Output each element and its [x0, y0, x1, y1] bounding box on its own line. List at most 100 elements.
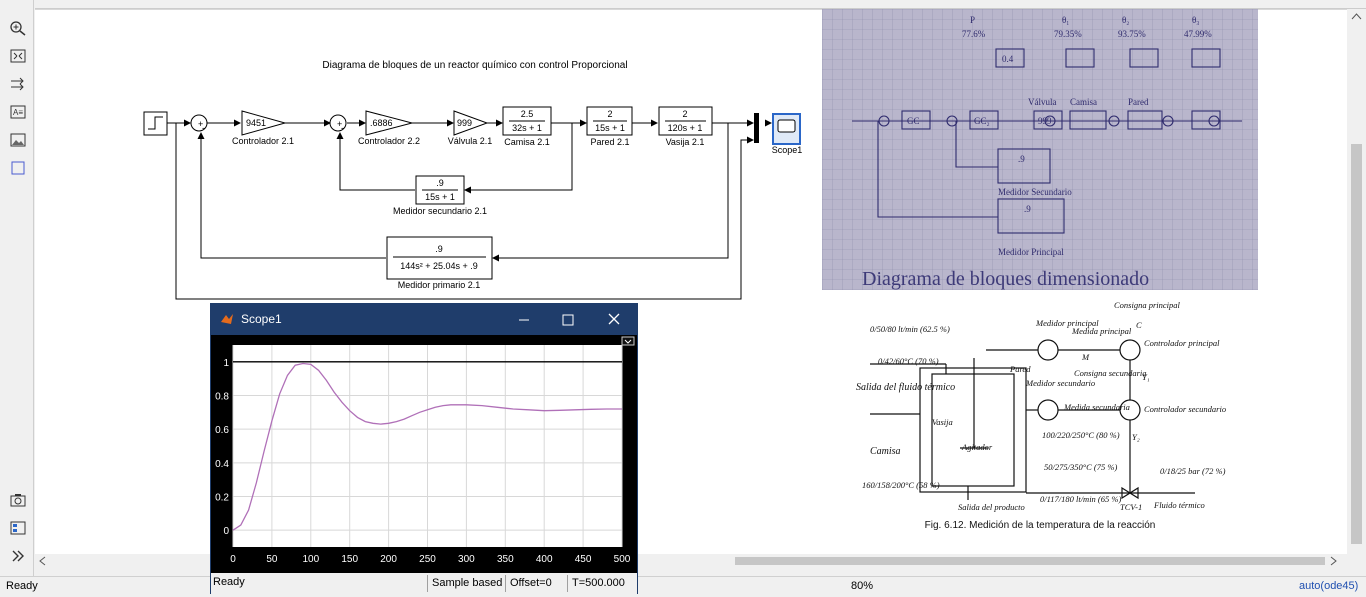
svg-text:Salida del fluido térmico: Salida del fluido térmico	[856, 382, 955, 393]
step-block[interactable]	[143, 111, 168, 136]
svg-text:.6886: .6886	[370, 118, 393, 128]
scope-status-bar: Ready Sample based Offset=0 T=500.000	[211, 573, 637, 594]
svg-text:Vasija 2.1: Vasija 2.1	[666, 137, 705, 147]
svg-text:Medidor primario 2.1: Medidor primario 2.1	[398, 280, 481, 290]
sum-block-2[interactable]: +-	[329, 114, 347, 133]
svg-text:77.6%: 77.6%	[962, 29, 986, 39]
x-tick-label: 250	[419, 554, 436, 565]
medidor-secundario-tf[interactable]: .9 15s + 1 Medidor secundario 2.1	[393, 175, 487, 216]
svg-text:Salida del producto: Salida del producto	[958, 502, 1025, 512]
x-tick-label: 450	[575, 554, 592, 565]
mux-block[interactable]	[754, 113, 759, 143]
svg-text:Y₂: Y₂	[1132, 432, 1140, 442]
signal-arrows-icon[interactable]	[9, 76, 27, 92]
controller-2-2-gain[interactable]: .6886 Controlador 2.2	[358, 110, 420, 146]
y-tick-label: 1	[223, 358, 229, 369]
svg-text:Y₁: Y₁	[1142, 372, 1150, 382]
svg-text:0.4: 0.4	[1002, 54, 1014, 64]
y-tick-label: 0.6	[215, 425, 229, 436]
y-tick-label: 0.4	[215, 459, 229, 470]
svg-text:144s² + 25.04s + .9: 144s² + 25.04s + .9	[400, 261, 478, 271]
svg-text:GC₂: GC₂	[974, 116, 990, 126]
photo-caption: Diagrama de bloques dimensionado	[862, 268, 1149, 290]
svg-text:100/220/250°C (80 %): 100/220/250°C (80 %)	[1042, 430, 1120, 440]
svg-text:47.99%: 47.99%	[1184, 29, 1212, 39]
svg-text:999: 999	[1038, 116, 1052, 126]
controller-2-1-gain[interactable]: 9451 Controlador 2.1	[232, 110, 294, 146]
y-tick-label: 0.2	[215, 493, 229, 504]
svg-text:θ₂: θ₂	[1122, 15, 1129, 25]
medidor-primario-tf[interactable]: .9 144s² + 25.04s + .9 Medidor primario …	[386, 236, 493, 290]
vertical-scrollbar[interactable]	[1347, 9, 1366, 554]
svg-text:Camisa: Camisa	[1070, 97, 1097, 107]
x-tick-label: 150	[341, 554, 358, 565]
svg-text:Pared 2.1: Pared 2.1	[590, 137, 629, 147]
x-tick-label: 50	[266, 554, 278, 565]
scope-menu-arrow-icon[interactable]	[621, 336, 635, 346]
svg-text:.9: .9	[1024, 204, 1031, 214]
svg-text:Controlador 2.2: Controlador 2.2	[358, 136, 420, 146]
camisa-2-1-tf[interactable]: 2.5 32s + 1 Camisa 2.1	[502, 106, 552, 147]
svg-text:C: C	[1136, 320, 1142, 330]
x-tick-label: 400	[536, 554, 553, 565]
scope1-block[interactable]: Scope1	[772, 113, 803, 155]
model-browser-icon[interactable]	[9, 520, 27, 536]
image-icon[interactable]	[9, 132, 27, 148]
svg-text:0/18/25 bar (72 %): 0/18/25 bar (72 %)	[1160, 466, 1226, 476]
svg-text:Pared: Pared	[1009, 364, 1031, 374]
svg-text:Medida principal: Medida principal	[1071, 326, 1132, 336]
scope-sample-mode: Sample based	[427, 575, 506, 592]
solver-link[interactable]: auto(ode45)	[1299, 580, 1358, 592]
minimize-icon[interactable]	[517, 313, 531, 327]
svg-text:θ₁: θ₁	[1062, 15, 1069, 25]
scope-chart: 0 50 100 150 200 250 300 350 400 450 500 0 0.2 0.4 0.6…	[215, 345, 631, 565]
svg-text:Agitador: Agitador	[961, 442, 993, 452]
svg-text:Controlador principal: Controlador principal	[1144, 338, 1220, 348]
scope-title: Scope1	[241, 312, 282, 326]
scope-window[interactable]: Scope1 0 50 100 150 200 250 300 350 400 450 500 0 0.…	[210, 303, 638, 594]
scope-time: T=500.000	[567, 575, 629, 592]
top-strip	[35, 0, 1366, 9]
expand-icon[interactable]	[9, 548, 27, 564]
svg-text:0/117/180 lt/min (65 %): 0/117/180 lt/min (65 %)	[1040, 494, 1121, 504]
scope-titlebar[interactable]: Scope1	[211, 304, 637, 335]
zoom-level: 80%	[851, 580, 874, 592]
svg-text:GC: GC	[907, 116, 920, 126]
svg-text:Controlador 2.1: Controlador 2.1	[232, 136, 294, 146]
y-tick-label: 0.8	[215, 392, 229, 403]
svg-text:Medidor secundario 2.1: Medidor secundario 2.1	[393, 206, 487, 216]
annotation-icon[interactable]: A≡	[9, 104, 27, 120]
svg-text:2: 2	[682, 109, 687, 119]
svg-text:.9: .9	[435, 244, 443, 254]
svg-text:93.75%: 93.75%	[1118, 29, 1146, 39]
svg-text:Fluido térmico: Fluido térmico	[1153, 500, 1205, 510]
svg-text:Camisa 2.1: Camisa 2.1	[504, 137, 550, 147]
scope-offset: Offset=0	[505, 575, 556, 592]
camera-icon[interactable]	[9, 492, 27, 508]
svg-text:.9: .9	[1018, 154, 1025, 164]
zoom-in-icon[interactable]	[9, 20, 27, 36]
svg-text:50/275/350°C (75 %): 50/275/350°C (75 %)	[1044, 462, 1117, 472]
svg-text:Controlador secundario: Controlador secundario	[1144, 404, 1226, 414]
svg-text:.9: .9	[436, 178, 444, 188]
svg-text:TCV-1: TCV-1	[1120, 502, 1142, 512]
svg-text:θ₃: θ₃	[1192, 15, 1199, 25]
fit-view-icon[interactable]	[9, 48, 27, 64]
svg-text:79.35%: 79.35%	[1054, 29, 1082, 39]
svg-text:-: -	[202, 123, 205, 133]
svg-text:9451: 9451	[246, 118, 266, 128]
close-icon[interactable]	[607, 312, 621, 326]
matlab-icon	[221, 314, 233, 324]
scope-plot[interactable]: 0 50 100 150 200 250 300 350 400 450 500 0 0.2 0.4 0.6…	[211, 335, 637, 573]
vasija-2-1-tf[interactable]: 2 120s + 1 Vasija 2.1	[658, 106, 713, 147]
svg-text:Válvula 2.1: Válvula 2.1	[448, 136, 493, 146]
svg-text:P: P	[970, 15, 975, 25]
svg-text:A≡: A≡	[13, 108, 23, 117]
svg-text:999: 999	[457, 118, 472, 128]
status-bar: Ready 80% auto(ode45)	[0, 576, 1366, 597]
sum-block-1[interactable]: +-	[190, 114, 208, 133]
valve-2-1-gain[interactable]: 999 Válvula 2.1	[448, 110, 493, 146]
area-icon[interactable]	[9, 160, 27, 176]
pared-2-1-tf[interactable]: 2 15s + 1 Pared 2.1	[586, 106, 633, 147]
maximize-icon[interactable]	[561, 313, 575, 327]
